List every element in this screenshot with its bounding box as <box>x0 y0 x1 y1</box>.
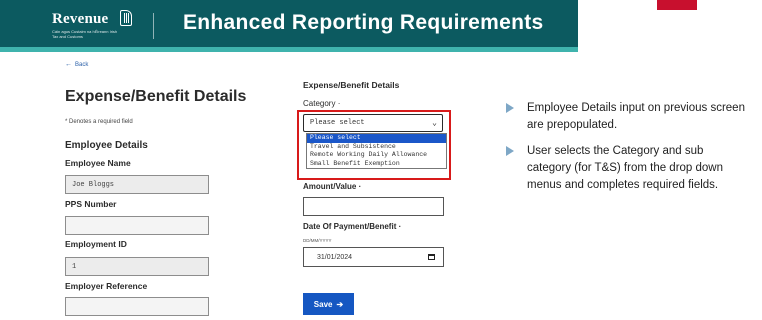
category-select[interactable]: Please select ⌄ <box>303 114 443 132</box>
date-format-hint: DD/MM/YYYY <box>303 238 332 243</box>
save-label: Save <box>313 299 333 309</box>
explanation-notes: Employee Details input on previous scree… <box>506 100 746 203</box>
save-button[interactable]: Save ➔ <box>303 293 354 315</box>
revenue-logo: Revenue Cáin agus Custaim na hÉireann Ir… <box>52 10 132 39</box>
date-of-payment-input[interactable]: 31/01/2024 <box>303 247 444 267</box>
logo-subtitle: Cáin agus Custaim na hÉireann Irish Tax … <box>52 29 118 39</box>
employee-name-field: Joe Bloggs <box>65 175 209 194</box>
red-corner-tab <box>657 0 697 10</box>
chevron-down-icon: ⌄ <box>432 119 437 128</box>
category-option[interactable]: Remote Working Daily Allowance <box>307 151 446 160</box>
page-title: Expense/Benefit Details <box>65 88 247 105</box>
header-banner: Revenue Cáin agus Custaim na hÉireann Ir… <box>0 0 578 52</box>
arrow-right-icon: ➔ <box>336 299 344 309</box>
category-selected-value: Please select <box>310 119 365 127</box>
pps-number-label: PPS Number <box>65 199 117 209</box>
employer-reference-field <box>65 297 209 316</box>
required-note: * Denotes a required field <box>65 119 133 125</box>
note-text: User selects the Category and sub catego… <box>527 145 724 191</box>
bullet-triangle-icon <box>506 146 514 156</box>
calendar-icon[interactable] <box>428 254 435 260</box>
back-link[interactable]: ← Back <box>65 61 88 68</box>
amount-input[interactable] <box>303 197 444 216</box>
logo-wordmark: Revenue <box>52 11 109 27</box>
back-arrow-icon: ← <box>65 61 72 68</box>
category-option[interactable]: Please select <box>307 134 446 143</box>
employer-reference-label: Employer Reference <box>65 281 148 291</box>
category-dropdown-list: Please select Travel and Subsistence Rem… <box>306 133 447 169</box>
amount-label: Amount/Value · <box>303 182 362 191</box>
header-divider <box>153 13 154 39</box>
employment-id-field: 1 <box>65 257 209 276</box>
pps-number-field <box>65 216 209 235</box>
back-label: Back <box>75 61 89 68</box>
date-label: Date Of Payment/Benefit · <box>303 222 402 231</box>
note-text: Employee Details input on previous scree… <box>527 102 745 131</box>
expense-details-heading: Expense/Benefit Details <box>303 80 400 90</box>
category-label: Category · <box>303 99 341 108</box>
category-option[interactable]: Travel and Subsistence <box>307 143 446 152</box>
date-value: 31/01/2024 <box>317 254 353 261</box>
employee-name-label: Employee Name <box>65 158 131 168</box>
note-item: Employee Details input on previous scree… <box>506 100 746 134</box>
page-banner-title: Enhanced Reporting Requirements <box>183 11 544 34</box>
employee-details-heading: Employee Details <box>65 140 148 151</box>
category-option[interactable]: Small Benefit Exemption <box>307 160 446 169</box>
bullet-triangle-icon <box>506 103 514 113</box>
employment-id-label: Employment ID <box>65 239 127 249</box>
note-item: User selects the Category and sub catego… <box>506 143 746 194</box>
harp-icon <box>120 10 132 26</box>
